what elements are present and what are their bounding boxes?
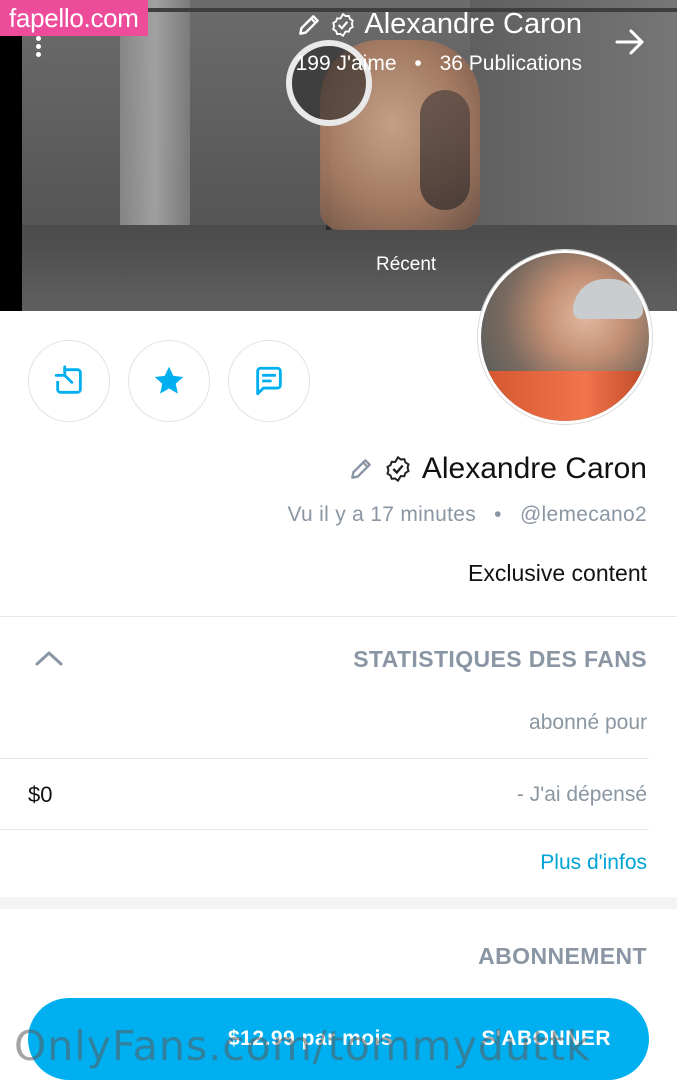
arrow-right-icon[interactable] (612, 24, 648, 60)
share-button[interactable] (28, 340, 110, 422)
posts-count: 36 Publications (439, 52, 582, 75)
message-icon (256, 366, 282, 396)
verified-badge-icon (386, 455, 410, 483)
avatar-couch (481, 371, 649, 421)
edit-pencil-icon[interactable] (296, 12, 322, 38)
cover-recent-label: Récent (376, 254, 437, 275)
divider (0, 616, 677, 617)
watermark-bottom: OnlyFans.com/tommyduttk (14, 1022, 591, 1070)
divider (0, 758, 649, 759)
profile-handle: @lemecano2 (519, 503, 647, 526)
star-icon (154, 366, 184, 394)
dots-vertical-icon[interactable] (33, 36, 43, 60)
favorite-button[interactable] (128, 340, 210, 422)
spent-value: $0 (28, 782, 53, 807)
stats-separator: • (414, 52, 422, 75)
divider (0, 829, 649, 830)
chevron-up-icon[interactable] (32, 646, 66, 670)
subscription-title: ABONNEMENT (478, 943, 647, 969)
cover-title: Alexandre Caron (296, 8, 582, 41)
subscribed-label: abonné pour (529, 711, 647, 734)
fan-stats-title[interactable]: STATISTIQUES DES FANS (353, 646, 647, 673)
spent-label: - J'ai dépensé (516, 783, 647, 806)
avatar[interactable] (478, 250, 652, 424)
profile-name-row: Alexandre Caron (348, 452, 647, 486)
cover-stats: 199 J'aime • 36 Publications (296, 52, 582, 76)
profile-bio: Exclusive content (468, 560, 647, 586)
handle-separator: • (494, 503, 502, 526)
more-info-link[interactable]: Plus d'infos (540, 851, 647, 875)
last-seen: Vu il y a 17 minutes (287, 503, 476, 526)
avatar-cap (573, 279, 643, 319)
watermark-top: fapello.com (0, 0, 148, 36)
message-button[interactable] (228, 340, 310, 422)
section-separator (0, 897, 677, 909)
share-icon (54, 365, 82, 394)
cover-black-edge (0, 0, 22, 311)
cover-tattoo (420, 90, 470, 210)
verified-badge-icon (332, 12, 355, 37)
profile-name: Alexandre Caron (421, 452, 647, 485)
likes-count: 199 J'aime (295, 52, 397, 75)
cover-title-text: Alexandre Caron (364, 8, 582, 40)
edit-pencil-icon[interactable] (348, 456, 374, 482)
profile-handle-row: Vu il y a 17 minutes • @lemecano2 (288, 503, 647, 527)
